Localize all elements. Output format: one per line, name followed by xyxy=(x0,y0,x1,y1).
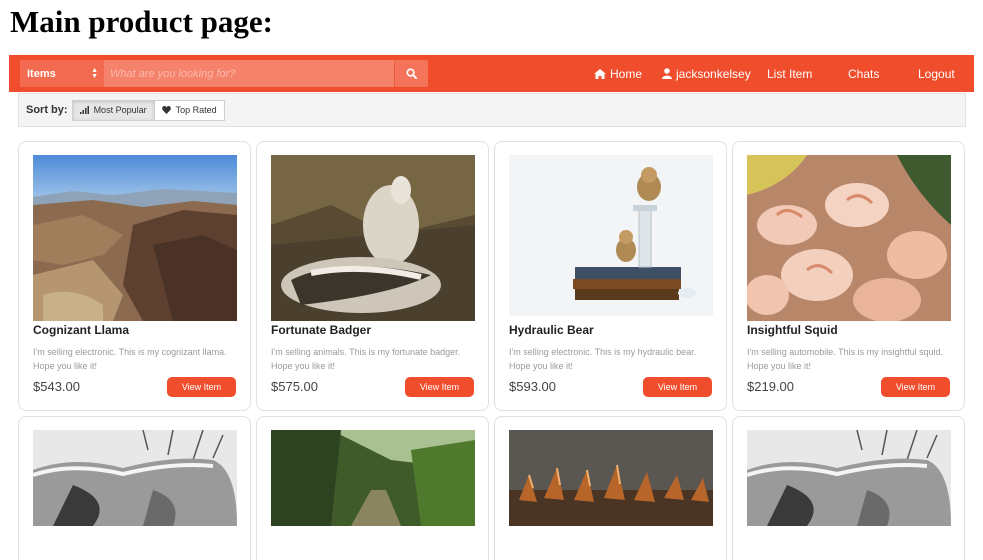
product-description: I'm selling electronic. This is my hydra… xyxy=(509,347,697,371)
search-button[interactable] xyxy=(394,60,428,87)
sort-most-popular-label: Most Popular xyxy=(93,105,147,115)
product-image[interactable] xyxy=(33,155,237,321)
sort-top-rated-label: Top Rated xyxy=(175,105,217,115)
sort-most-popular-button[interactable]: Most Popular xyxy=(71,99,155,121)
search-group: Items ▲ ▼ xyxy=(20,60,428,87)
category-select-value: Items xyxy=(27,67,56,80)
navbar: Items ▲▼ Home jacksonkelsey List Item Ch… xyxy=(9,55,974,92)
product-title[interactable]: Hydraulic Bear xyxy=(509,323,594,337)
product-description: I'm selling electronic. This is my cogni… xyxy=(33,347,227,371)
product-card: Fortunate Badger I'm selling animals. Th… xyxy=(256,141,489,411)
sort-top-rated-button[interactable]: Top Rated xyxy=(154,99,225,121)
product-card: Cognizant Llama I'm selling electronic. … xyxy=(18,141,251,411)
product-price: $593.00 xyxy=(509,379,556,394)
sort-bar: Sort by: Most Popular Top Rated xyxy=(18,93,966,127)
product-card xyxy=(494,416,727,560)
product-description: I'm selling automobile. This is my insig… xyxy=(747,347,944,371)
sort-label: Sort by: xyxy=(26,104,68,116)
nav-user-label: jacksonkelsey xyxy=(676,66,751,81)
product-card: Insightful Squid I'm selling automobile.… xyxy=(732,141,965,411)
heart-icon xyxy=(161,106,171,114)
product-title[interactable]: Cognizant Llama xyxy=(33,323,129,337)
product-price: $219.00 xyxy=(747,379,794,394)
nav-logout-link[interactable]: Logout xyxy=(918,67,955,81)
product-card xyxy=(18,416,251,560)
product-image[interactable] xyxy=(33,430,237,526)
view-item-button[interactable]: View Item xyxy=(881,377,950,397)
product-image[interactable] xyxy=(271,155,475,321)
view-item-button[interactable]: View Item xyxy=(643,377,712,397)
nav-chats-link[interactable]: Chats xyxy=(848,67,879,81)
product-card xyxy=(732,416,965,560)
product-image[interactable] xyxy=(747,430,951,526)
user-icon xyxy=(662,68,672,79)
home-icon xyxy=(594,68,606,79)
product-title[interactable]: Insightful Squid xyxy=(747,323,838,337)
nav-list-item-link[interactable]: List Item xyxy=(767,67,812,81)
product-card xyxy=(256,416,489,560)
select-arrows-icon: ▲ ▼ xyxy=(91,66,98,80)
search-input[interactable] xyxy=(104,60,394,87)
product-price: $575.00 xyxy=(271,379,318,394)
product-price: $543.00 xyxy=(33,379,80,394)
nav-home-label: Home xyxy=(610,66,643,81)
product-image[interactable] xyxy=(271,430,475,526)
view-item-button[interactable]: View Item xyxy=(405,377,474,397)
product-description: I'm selling animals. This is my fortunat… xyxy=(271,347,461,371)
view-item-button[interactable]: View Item xyxy=(167,377,236,397)
product-title[interactable]: Fortunate Badger xyxy=(271,323,371,337)
nav-user-link[interactable]: jacksonkelsey xyxy=(662,67,751,81)
category-select[interactable]: Items ▲ ▼ xyxy=(20,60,104,87)
product-card: Hydraulic Bear I'm selling electronic. T… xyxy=(494,141,727,411)
product-image[interactable] xyxy=(509,155,713,316)
product-image[interactable] xyxy=(509,430,713,526)
bar-chart-icon xyxy=(79,106,89,114)
product-image[interactable] xyxy=(747,155,951,321)
page-heading: Main product page: xyxy=(10,4,273,39)
search-icon xyxy=(406,68,417,79)
nav-home-link[interactable]: Home xyxy=(594,67,642,81)
